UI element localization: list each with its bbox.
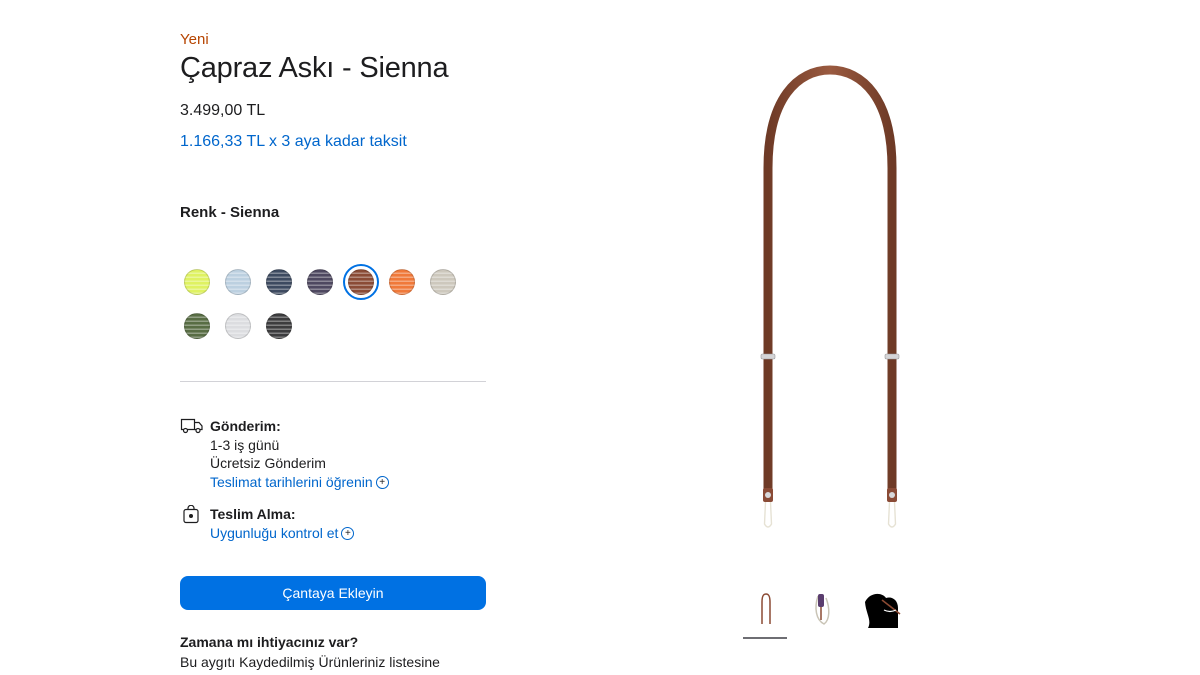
swatch-purple[interactable] [307, 269, 333, 295]
pickup-heading: Teslim Alma: [210, 506, 296, 522]
delivery-dates-link[interactable]: Teslimat tarihlerini öğrenin [210, 474, 373, 490]
swatch-navy[interactable] [266, 269, 292, 295]
thumbnail-strap-lifestyle-view[interactable] [862, 590, 902, 630]
swatch-green[interactable] [184, 313, 210, 339]
add-to-bag-button[interactable]: Çantaya Ekleyin [180, 576, 486, 610]
swatch-stone[interactable] [430, 269, 456, 295]
pickup-text: Teslim Alma: Uygunluğu kontrol et + [210, 505, 355, 543]
shipping-duration: 1-3 iş günü [210, 436, 280, 453]
availability-link[interactable]: Uygunluğu kontrol et [210, 525, 338, 541]
product-price: 3.499,00 TL [180, 102, 266, 119]
swatch-orange[interactable] [389, 269, 415, 295]
shipping-cost: Ücretsiz Gönderim [210, 455, 326, 471]
new-badge: Yeni [180, 31, 209, 48]
truck-icon [180, 417, 204, 437]
shipping-heading: Gönderim: [210, 418, 281, 434]
color-label: Renk - Sienna [180, 204, 280, 221]
swatch-black[interactable] [266, 313, 292, 339]
availability-row: Uygunluğu kontrol et + [210, 524, 355, 543]
swatch-silver[interactable] [225, 313, 251, 339]
shipping-info: Gönderim: 1-3 iş günü Ücretsiz Gönderim … [180, 417, 486, 497]
thumbnail-strap-detail-view[interactable] [804, 590, 844, 630]
swatch-sienna[interactable] [343, 264, 379, 300]
plus-circle-icon[interactable]: + [375, 476, 389, 490]
installment-link[interactable]: 1.166,33 TL x 3 aya kadar taksit [180, 133, 407, 151]
product-title: Çapraz Askı - Sienna [180, 52, 449, 84]
pickup-info: Teslim Alma: Uygunluğu kontrol et + [180, 504, 486, 545]
section-divider [180, 381, 486, 382]
time-needed-heading: Zamana mı ihtiyacınız var? [180, 634, 359, 650]
gallery-thumbnails [740, 588, 920, 640]
store-bag-icon [180, 504, 204, 525]
thumbnail-strap-full-view[interactable] [746, 590, 786, 630]
swatch-lime[interactable] [184, 269, 210, 295]
product-image [740, 58, 920, 538]
delivery-dates-row: Teslimat tarihlerini öğrenin + [210, 473, 389, 492]
swatch-light-blue[interactable] [225, 269, 251, 295]
time-needed-body: Bu aygıtı Kaydedilmiş Ürünleriniz listes… [180, 654, 440, 670]
plus-circle-icon[interactable]: + [341, 527, 355, 541]
selected-thumbnail-indicator [743, 637, 787, 639]
shipping-text: Gönderim: 1-3 iş günü Ücretsiz Gönderim … [210, 417, 389, 491]
